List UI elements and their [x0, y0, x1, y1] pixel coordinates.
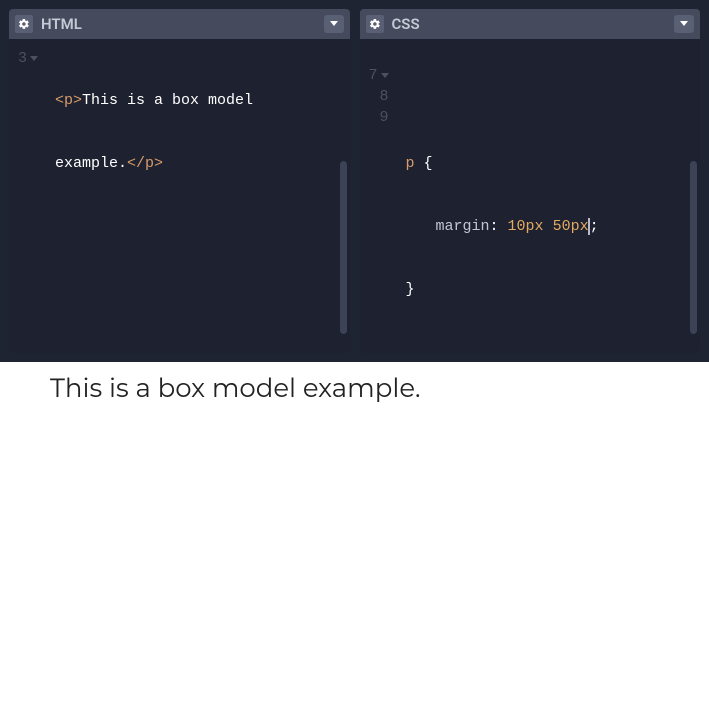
- css-colon: :: [490, 218, 499, 235]
- line-number: 9: [379, 107, 388, 128]
- fold-arrow-icon[interactable]: [30, 56, 38, 61]
- css-brace: }: [406, 281, 415, 298]
- line-number: 3: [18, 48, 27, 69]
- code-text: example.: [55, 155, 127, 172]
- css-value: 10px: [508, 218, 544, 235]
- html-panel-header: HTML: [9, 9, 350, 39]
- html-panel: HTML 3 <p>This is a box model example.</…: [9, 9, 350, 353]
- gear-icon[interactable]: [15, 15, 33, 33]
- css-panel: CSS 7 8 9 p { mar: [360, 9, 701, 353]
- chevron-down-icon[interactable]: [674, 15, 694, 33]
- editor-panes: HTML 3 <p>This is a box model example.</…: [0, 0, 709, 362]
- code-text: This is a box model: [82, 92, 262, 109]
- css-selector: p: [406, 155, 415, 172]
- line-number: 8: [379, 86, 388, 107]
- scrollbar[interactable]: [690, 161, 697, 334]
- html-code[interactable]: <p>This is a box model example.</p>: [47, 39, 350, 353]
- css-gutter: 7 8 9: [360, 39, 398, 353]
- gear-icon[interactable]: [366, 15, 384, 33]
- html-gutter: 3: [9, 39, 47, 353]
- fold-arrow-icon[interactable]: [381, 73, 389, 78]
- css-property: margin: [436, 218, 490, 235]
- css-value: 50px: [553, 218, 589, 235]
- scrollbar[interactable]: [340, 161, 347, 334]
- preview-paragraph: This is a box model example.: [50, 372, 659, 404]
- html-panel-title: HTML: [41, 15, 82, 33]
- line-number: 7: [368, 65, 377, 86]
- tag-open: <p>: [55, 92, 82, 109]
- css-panel-header: CSS: [360, 9, 701, 39]
- tag-close: </p>: [127, 155, 163, 172]
- html-editor[interactable]: 3 <p>This is a box model example.</p>: [9, 39, 350, 353]
- css-brace: {: [424, 155, 433, 172]
- css-editor[interactable]: 7 8 9 p { margin: 10px 50px; }: [360, 39, 701, 353]
- css-semicolon: ;: [590, 218, 599, 235]
- preview-pane: This is a box model example.: [0, 372, 709, 720]
- css-panel-title: CSS: [392, 15, 420, 33]
- chevron-down-icon[interactable]: [324, 15, 344, 33]
- css-code[interactable]: p { margin: 10px 50px; }: [398, 39, 701, 353]
